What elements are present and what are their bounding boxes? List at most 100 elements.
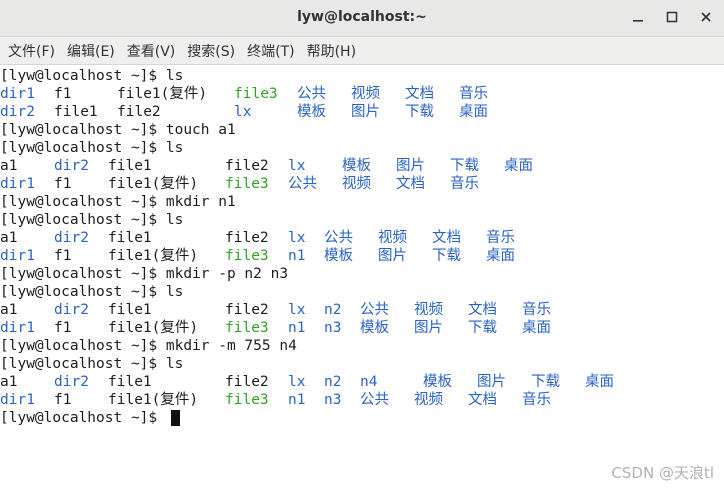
terminal-entry: file2 bbox=[225, 374, 269, 390]
terminal-entry: file3 bbox=[225, 392, 269, 408]
terminal-prompt: [lyw@localhost ~]$ ls bbox=[0, 212, 184, 228]
terminal-entry: 音乐 bbox=[450, 176, 479, 192]
terminal-line: dir1 f1 file1(复件) file3 公共 视频 文档 音乐 bbox=[0, 85, 724, 103]
terminal-entry: lx bbox=[288, 374, 306, 390]
menu-edit[interactable]: 编辑(E) bbox=[61, 41, 121, 61]
terminal-entry: 模板 bbox=[324, 248, 353, 264]
terminal-entry: file2 bbox=[225, 158, 269, 174]
terminal-entry: 下载 bbox=[531, 374, 560, 390]
terminal-line: [lyw@localhost ~]$ ls bbox=[0, 355, 724, 373]
terminal-entry: file3 bbox=[225, 176, 269, 192]
terminal-entry: n1 bbox=[288, 392, 306, 408]
terminal-entry: file1 bbox=[54, 104, 98, 120]
terminal-entry: 文档 bbox=[396, 176, 425, 192]
watermark: CSDN @天浪tl bbox=[611, 464, 714, 482]
terminal-line: a1 dir2 file1 file2 lx 模板 图片 下载 桌面 bbox=[0, 157, 724, 175]
terminal-entry: a1 bbox=[0, 374, 18, 390]
terminal-prompt: [lyw@localhost ~]$ mkdir -p n2 n3 bbox=[0, 266, 289, 282]
terminal-entry: a1 bbox=[0, 158, 18, 174]
terminal-entry: 桌面 bbox=[459, 104, 488, 120]
terminal-entry: n2 bbox=[324, 374, 342, 390]
terminal-entry: 视频 bbox=[342, 176, 371, 192]
menu-terminal[interactable]: 终端(T) bbox=[241, 41, 300, 61]
terminal-entry: 桌面 bbox=[486, 248, 515, 264]
terminal-entry: 公共 bbox=[288, 176, 317, 192]
terminal-entry: file1(复件) bbox=[108, 248, 199, 264]
menu-bar: 文件(F) 编辑(E) 查看(V) 搜索(S) 终端(T) 帮助(H) bbox=[0, 37, 724, 65]
terminal-entry: file2 bbox=[225, 302, 269, 318]
terminal-entry: file1 bbox=[108, 158, 152, 174]
terminal-line: [lyw@localhost ~]$ ls bbox=[0, 283, 724, 301]
terminal-entry: file3 bbox=[234, 86, 278, 102]
terminal-line: dir2 file1 file2 lx 模板 图片 下载 桌面 bbox=[0, 103, 724, 121]
terminal-entry: 视频 bbox=[414, 302, 443, 318]
terminal-line: [lyw@localhost ~]$ mkdir n1 bbox=[0, 193, 724, 211]
terminal-entry: 图片 bbox=[396, 158, 425, 174]
menu-search[interactable]: 搜索(S) bbox=[181, 41, 241, 61]
terminal-entry: 桌面 bbox=[585, 374, 614, 390]
terminal-entry: file1(复件) bbox=[108, 176, 199, 192]
close-button[interactable] bbox=[698, 9, 714, 25]
terminal-window: lyw@localhost:~ 文件(F) 编辑(E) 查看(V) 搜索(S) … bbox=[0, 0, 724, 493]
terminal-entry: dir1 bbox=[0, 86, 35, 102]
terminal-entry: 视频 bbox=[378, 230, 407, 246]
terminal-entry: 音乐 bbox=[486, 230, 515, 246]
terminal-entry: dir2 bbox=[54, 158, 89, 174]
maximize-button[interactable] bbox=[664, 9, 680, 25]
terminal-entry: file1(复件) bbox=[108, 320, 199, 336]
terminal-entry: lx bbox=[288, 230, 306, 246]
terminal-entry: file2 bbox=[225, 230, 269, 246]
terminal-prompt: [lyw@localhost ~]$ mkdir n1 bbox=[0, 194, 236, 210]
terminal-entry: f1 bbox=[54, 86, 72, 102]
terminal-entry: f1 bbox=[54, 176, 72, 192]
terminal-entry: 下载 bbox=[405, 104, 434, 120]
terminal-entry: file1 bbox=[108, 230, 152, 246]
terminal-entry: 文档 bbox=[468, 302, 497, 318]
terminal-prompt: [lyw@localhost ~]$ ls bbox=[0, 68, 184, 84]
terminal-line: dir1 f1 file1(复件) file3 公共 视频 文档 音乐 bbox=[0, 175, 724, 193]
terminal-prompt: [lyw@localhost ~]$ ls bbox=[0, 356, 184, 372]
window-title: lyw@localhost:~ bbox=[297, 9, 427, 25]
terminal-entry: dir1 bbox=[0, 176, 35, 192]
terminal-entry: 文档 bbox=[432, 230, 461, 246]
terminal-entry: lx bbox=[234, 104, 252, 120]
menu-help[interactable]: 帮助(H) bbox=[301, 41, 362, 61]
terminal-line: dir1 f1 file1(复件) file3 n1 n3 模板 图片 下载 桌面 bbox=[0, 319, 724, 337]
terminal-entry: 模板 bbox=[423, 374, 452, 390]
terminal-entry: n1 bbox=[288, 320, 306, 336]
terminal-entry: dir2 bbox=[54, 302, 89, 318]
terminal-line: a1 dir2 file1 file2 lx n2 n4 模板 图片 下载 桌面 bbox=[0, 373, 724, 391]
terminal-entry: file3 bbox=[225, 248, 269, 264]
minimize-button[interactable] bbox=[630, 9, 646, 25]
terminal-entry: 公共 bbox=[297, 86, 326, 102]
terminal-entry: n3 bbox=[324, 320, 342, 336]
title-bar[interactable]: lyw@localhost:~ bbox=[0, 0, 724, 37]
terminal-entry: n3 bbox=[324, 392, 342, 408]
terminal-output[interactable]: [lyw@localhost ~]$ ls dir1 f1 file1(复件) file… bbox=[0, 65, 724, 493]
terminal-entry: 公共 bbox=[360, 302, 389, 318]
terminal-entry: lx bbox=[288, 158, 306, 174]
terminal-line: a1 dir2 file1 file2 lx 公共 视频 文档 音乐 bbox=[0, 229, 724, 247]
maximize-icon bbox=[666, 11, 678, 23]
close-icon bbox=[701, 12, 711, 22]
terminal-entry: dir1 bbox=[0, 392, 35, 408]
terminal-line: dir1 f1 file1(复件) file3 n1 n3 公共 视频 文档 音乐 bbox=[0, 391, 724, 409]
terminal-entry: a1 bbox=[0, 302, 18, 318]
terminal-line: a1 dir2 file1 file2 lx n2 公共 视频 文档 音乐 bbox=[0, 301, 724, 319]
menu-view[interactable]: 查看(V) bbox=[121, 41, 182, 61]
terminal-entry: 视频 bbox=[351, 86, 380, 102]
terminal-entry: 下载 bbox=[432, 248, 461, 264]
menu-file[interactable]: 文件(F) bbox=[2, 41, 61, 61]
terminal-entry: dir1 bbox=[0, 248, 35, 264]
terminal-entry: 图片 bbox=[378, 248, 407, 264]
terminal-entry: 桌面 bbox=[522, 320, 551, 336]
terminal-prompt: [lyw@localhost ~]$ ls bbox=[0, 284, 184, 300]
terminal-prompt: [lyw@localhost ~]$ touch a1 bbox=[0, 122, 236, 138]
terminal-entry: 桌面 bbox=[504, 158, 533, 174]
terminal-entry: file1 bbox=[108, 302, 152, 318]
terminal-entry: n4 bbox=[360, 374, 378, 390]
terminal-entry: n1 bbox=[288, 248, 306, 264]
terminal-entry: 音乐 bbox=[522, 302, 551, 318]
terminal-entry: file1(复件) bbox=[117, 86, 208, 102]
terminal-entry: f1 bbox=[54, 392, 72, 408]
